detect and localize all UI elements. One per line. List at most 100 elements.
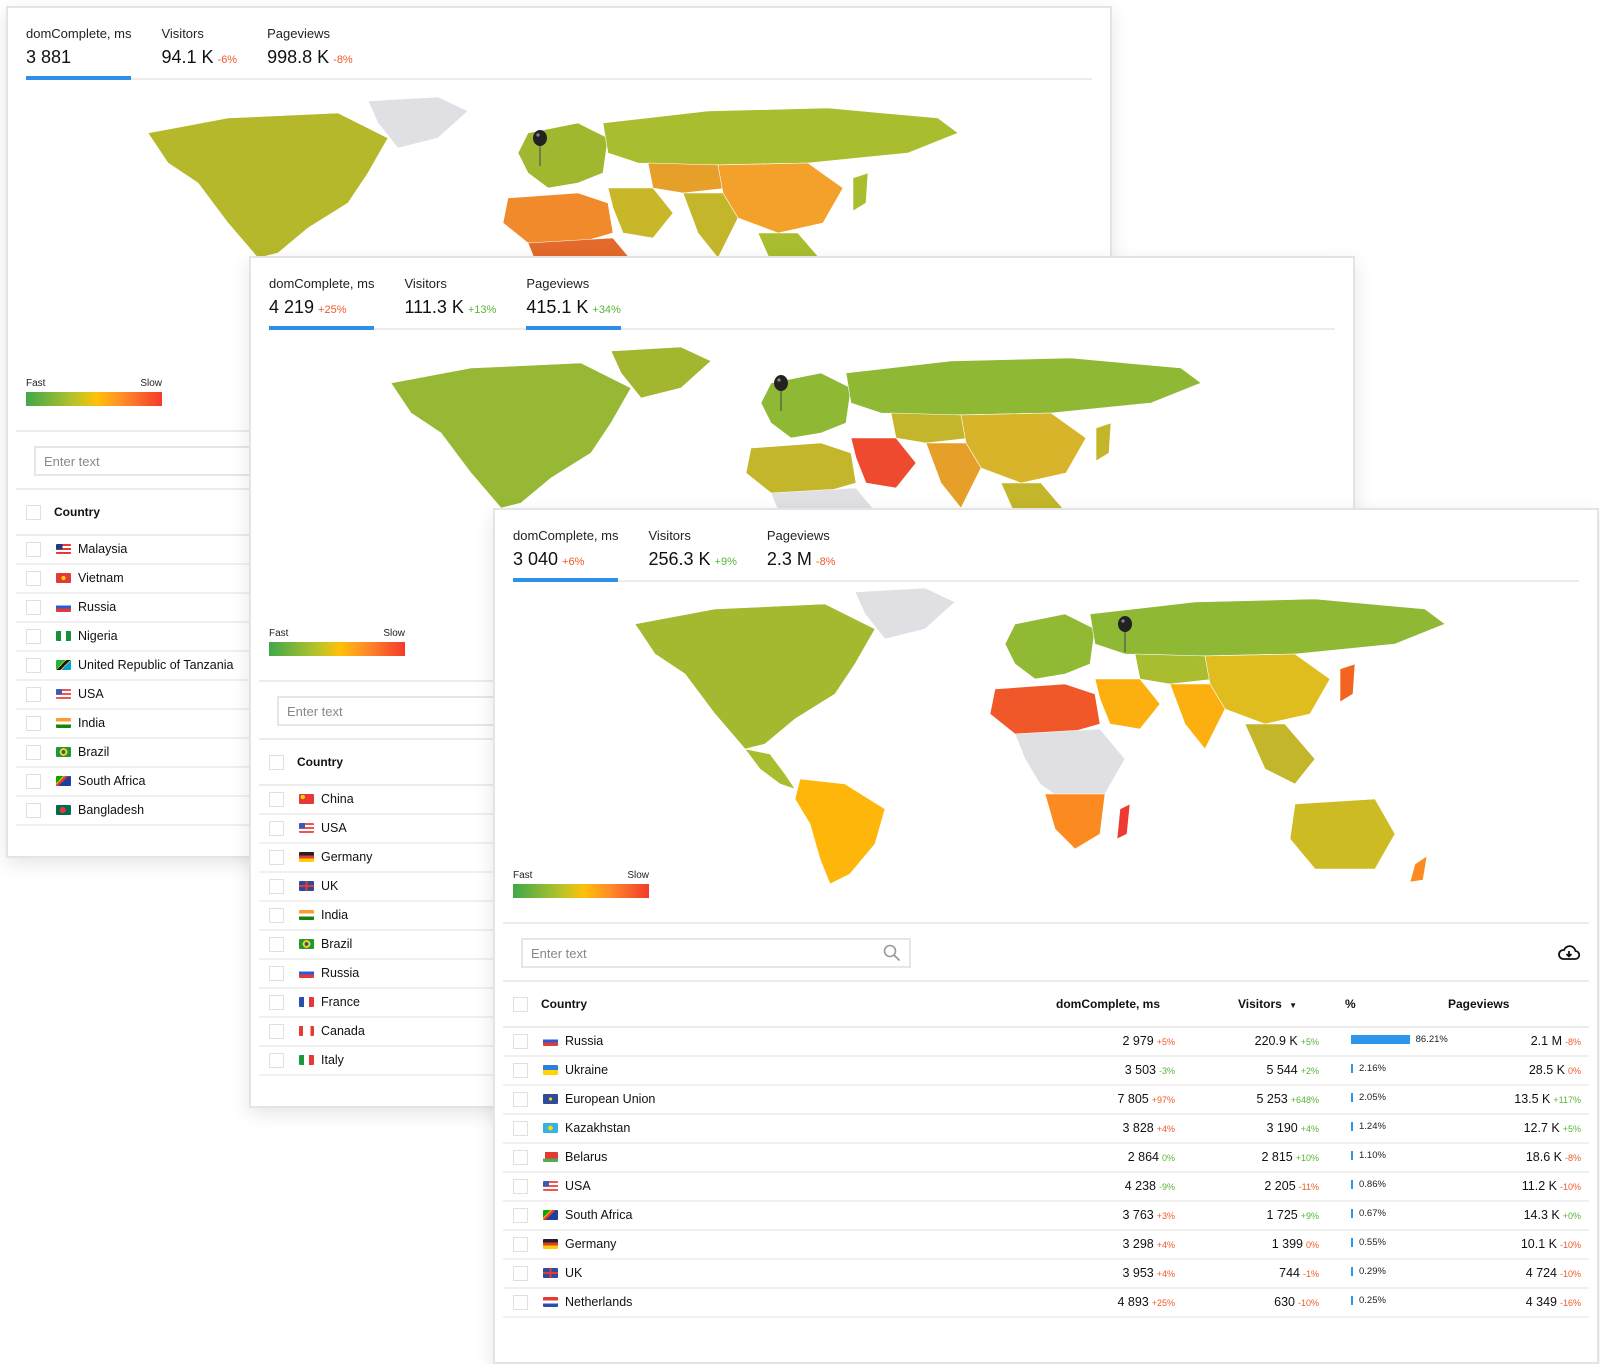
column-header-pageviews[interactable]: Pageviews — [1448, 997, 1509, 1011]
row-checkbox[interactable] — [513, 1150, 528, 1165]
table-row[interactable]: Belarus 2 864 0% 2 815 +10% 1.10% 18.6 K -8% — [503, 1144, 1589, 1173]
country-name: Italy — [321, 1053, 344, 1067]
map-region-middle-east[interactable] — [607, 187, 674, 239]
map-region-china[interactable] — [1204, 653, 1331, 725]
row-checkbox[interactable] — [513, 1179, 528, 1194]
map-region-china[interactable] — [717, 162, 844, 234]
row-checkbox[interactable] — [513, 1295, 528, 1310]
table-row[interactable]: Ukraine 3 503 -3% 5 544 +2% 2.16% 28.5 K 0% — [503, 1057, 1589, 1086]
column-header-percent[interactable]: % — [1345, 997, 1356, 1011]
row-checkbox[interactable] — [269, 908, 284, 923]
world-map[interactable] — [595, 584, 1475, 884]
row-checkbox[interactable] — [513, 1034, 528, 1049]
map-region-north-america[interactable] — [634, 603, 876, 750]
row-checkbox[interactable] — [269, 966, 284, 981]
map-region-central-america[interactable] — [744, 748, 796, 790]
metric-tab-domcomplete[interactable]: domComplete, ms 4 219 +25% — [269, 274, 375, 330]
row-checkbox[interactable] — [269, 1053, 284, 1068]
metric-tab-visitors[interactable]: Visitors 111.3 K +13% — [404, 274, 496, 328]
map-region-north-america[interactable] — [390, 362, 632, 509]
percent-value: 0.25% — [1359, 1295, 1386, 1306]
table-row[interactable]: South Africa 3 763 +3% 1 725 +9% 0.67% 14.3 K +… — [503, 1202, 1589, 1231]
row-checkbox[interactable] — [26, 803, 41, 818]
table-row[interactable]: Germany 3 298 +4% 1 399 0% 0.55% 10.1 K -10% — [503, 1231, 1589, 1260]
select-all-checkbox[interactable] — [269, 755, 284, 770]
row-checkbox[interactable] — [26, 658, 41, 673]
map-region-japan[interactable] — [1095, 422, 1112, 462]
metric-tab-pageviews[interactable]: Pageviews 2.3 M -8% — [767, 526, 836, 580]
table-row[interactable]: Kazakhstan 3 828 +4% 3 190 +4% 1.24% 12.7 K +5% — [503, 1115, 1589, 1144]
row-checkbox[interactable] — [269, 937, 284, 952]
metric-tab-domcomplete[interactable]: domComplete, ms 3 040 +6% — [513, 526, 619, 582]
row-checkbox[interactable] — [26, 716, 41, 731]
map-region-australia[interactable] — [1289, 798, 1396, 870]
row-checkbox[interactable] — [26, 542, 41, 557]
map-region-middle-east[interactable] — [850, 437, 917, 489]
metric-tab-pageviews[interactable]: Pageviews 415.1 K +34% — [526, 274, 621, 330]
column-header-domcomplete[interactable]: domComplete, ms — [1056, 997, 1160, 1011]
row-checkbox[interactable] — [269, 821, 284, 836]
row-checkbox[interactable] — [513, 1092, 528, 1107]
map-region-russia[interactable] — [1089, 598, 1446, 657]
map-region-central-asia[interactable] — [890, 412, 972, 444]
row-checkbox[interactable] — [26, 745, 41, 760]
map-region-europe[interactable] — [1004, 613, 1096, 680]
table-row[interactable]: Netherlands 4 893 +25% 630 -10% 0.25% 4 349 -16… — [503, 1289, 1589, 1318]
map-region-europe[interactable] — [517, 122, 609, 189]
row-checkbox[interactable] — [513, 1063, 528, 1078]
map-region-north-africa[interactable] — [989, 683, 1101, 735]
row-checkbox[interactable] — [513, 1208, 528, 1223]
metric-tab-domcomplete[interactable]: domComplete, ms 3 881 — [26, 24, 132, 80]
map-region-japan[interactable] — [1339, 663, 1356, 703]
visitors-cell: 3 190 +4% — [1266, 1121, 1319, 1135]
row-checkbox[interactable] — [26, 774, 41, 789]
row-checkbox[interactable] — [513, 1237, 528, 1252]
map-region-china[interactable] — [960, 412, 1087, 484]
column-header-visitors[interactable]: Visitors ▼ — [1238, 997, 1297, 1011]
row-checkbox[interactable] — [26, 629, 41, 644]
search-icon[interactable] — [883, 944, 901, 962]
row-checkbox[interactable] — [26, 571, 41, 586]
map-region-southeast-asia[interactable] — [1244, 723, 1316, 785]
map-region-central-asia[interactable] — [647, 162, 729, 194]
table-row[interactable]: UK 3 953 +4% 744 -1% 0.29% 4 724 -10% — [503, 1260, 1589, 1289]
map-region-madagascar[interactable] — [1116, 803, 1131, 840]
column-header-country[interactable]: Country — [54, 505, 100, 519]
cloud-download-icon[interactable] — [1557, 943, 1581, 963]
search-input[interactable]: Enter text — [521, 938, 911, 968]
table-row[interactable]: Russia 2 979 +5% 220.9 K +5% 86.21% 2.1 M -8% — [503, 1028, 1589, 1057]
table-row[interactable]: European Union 7 805 +97% 5 253 +648% 2.05% 13… — [503, 1086, 1589, 1115]
map-region-north-america[interactable] — [147, 112, 389, 259]
select-all-checkbox[interactable] — [26, 505, 41, 520]
column-header-country[interactable]: Country — [541, 997, 587, 1011]
row-checkbox[interactable] — [26, 687, 41, 702]
metric-tab-visitors[interactable]: Visitors 256.3 K +9% — [648, 526, 736, 580]
map-region-middle-east[interactable] — [1094, 678, 1161, 730]
metric-tab-pageviews[interactable]: Pageviews 998.8 K -8% — [267, 24, 353, 78]
map-region-new-zealand[interactable] — [1409, 855, 1428, 883]
metric-tab-visitors[interactable]: Visitors 94.1 K -6% — [161, 24, 237, 78]
map-region-central-asia[interactable] — [1134, 653, 1216, 685]
row-checkbox[interactable] — [269, 1024, 284, 1039]
select-all-checkbox[interactable] — [513, 997, 528, 1012]
row-checkbox[interactable] — [269, 850, 284, 865]
table-row[interactable]: USA 4 238 -9% 2 205 -11% 0.86% 11.2 K -10% — [503, 1173, 1589, 1202]
visitors-value: 5 253 — [1256, 1092, 1288, 1106]
row-checkbox[interactable] — [513, 1266, 528, 1281]
row-checkbox[interactable] — [26, 600, 41, 615]
pageviews-cell: 12.7 K +5% — [1524, 1121, 1581, 1135]
domcomplete-delta: -9% — [1158, 1182, 1175, 1192]
map-region-russia[interactable] — [845, 357, 1202, 416]
column-header-country[interactable]: Country — [297, 755, 343, 769]
map-region-japan[interactable] — [852, 172, 869, 212]
map-region-russia[interactable] — [602, 107, 959, 166]
row-checkbox[interactable] — [269, 879, 284, 894]
percent-cell: 0.86% — [1351, 1179, 1386, 1190]
row-checkbox[interactable] — [269, 995, 284, 1010]
row-checkbox[interactable] — [513, 1121, 528, 1136]
map-region-southern-africa[interactable] — [1044, 793, 1106, 850]
map-region-north-africa[interactable] — [502, 192, 614, 244]
map-region-north-africa[interactable] — [745, 442, 857, 494]
map-region-south-america[interactable] — [794, 778, 886, 884]
row-checkbox[interactable] — [269, 792, 284, 807]
